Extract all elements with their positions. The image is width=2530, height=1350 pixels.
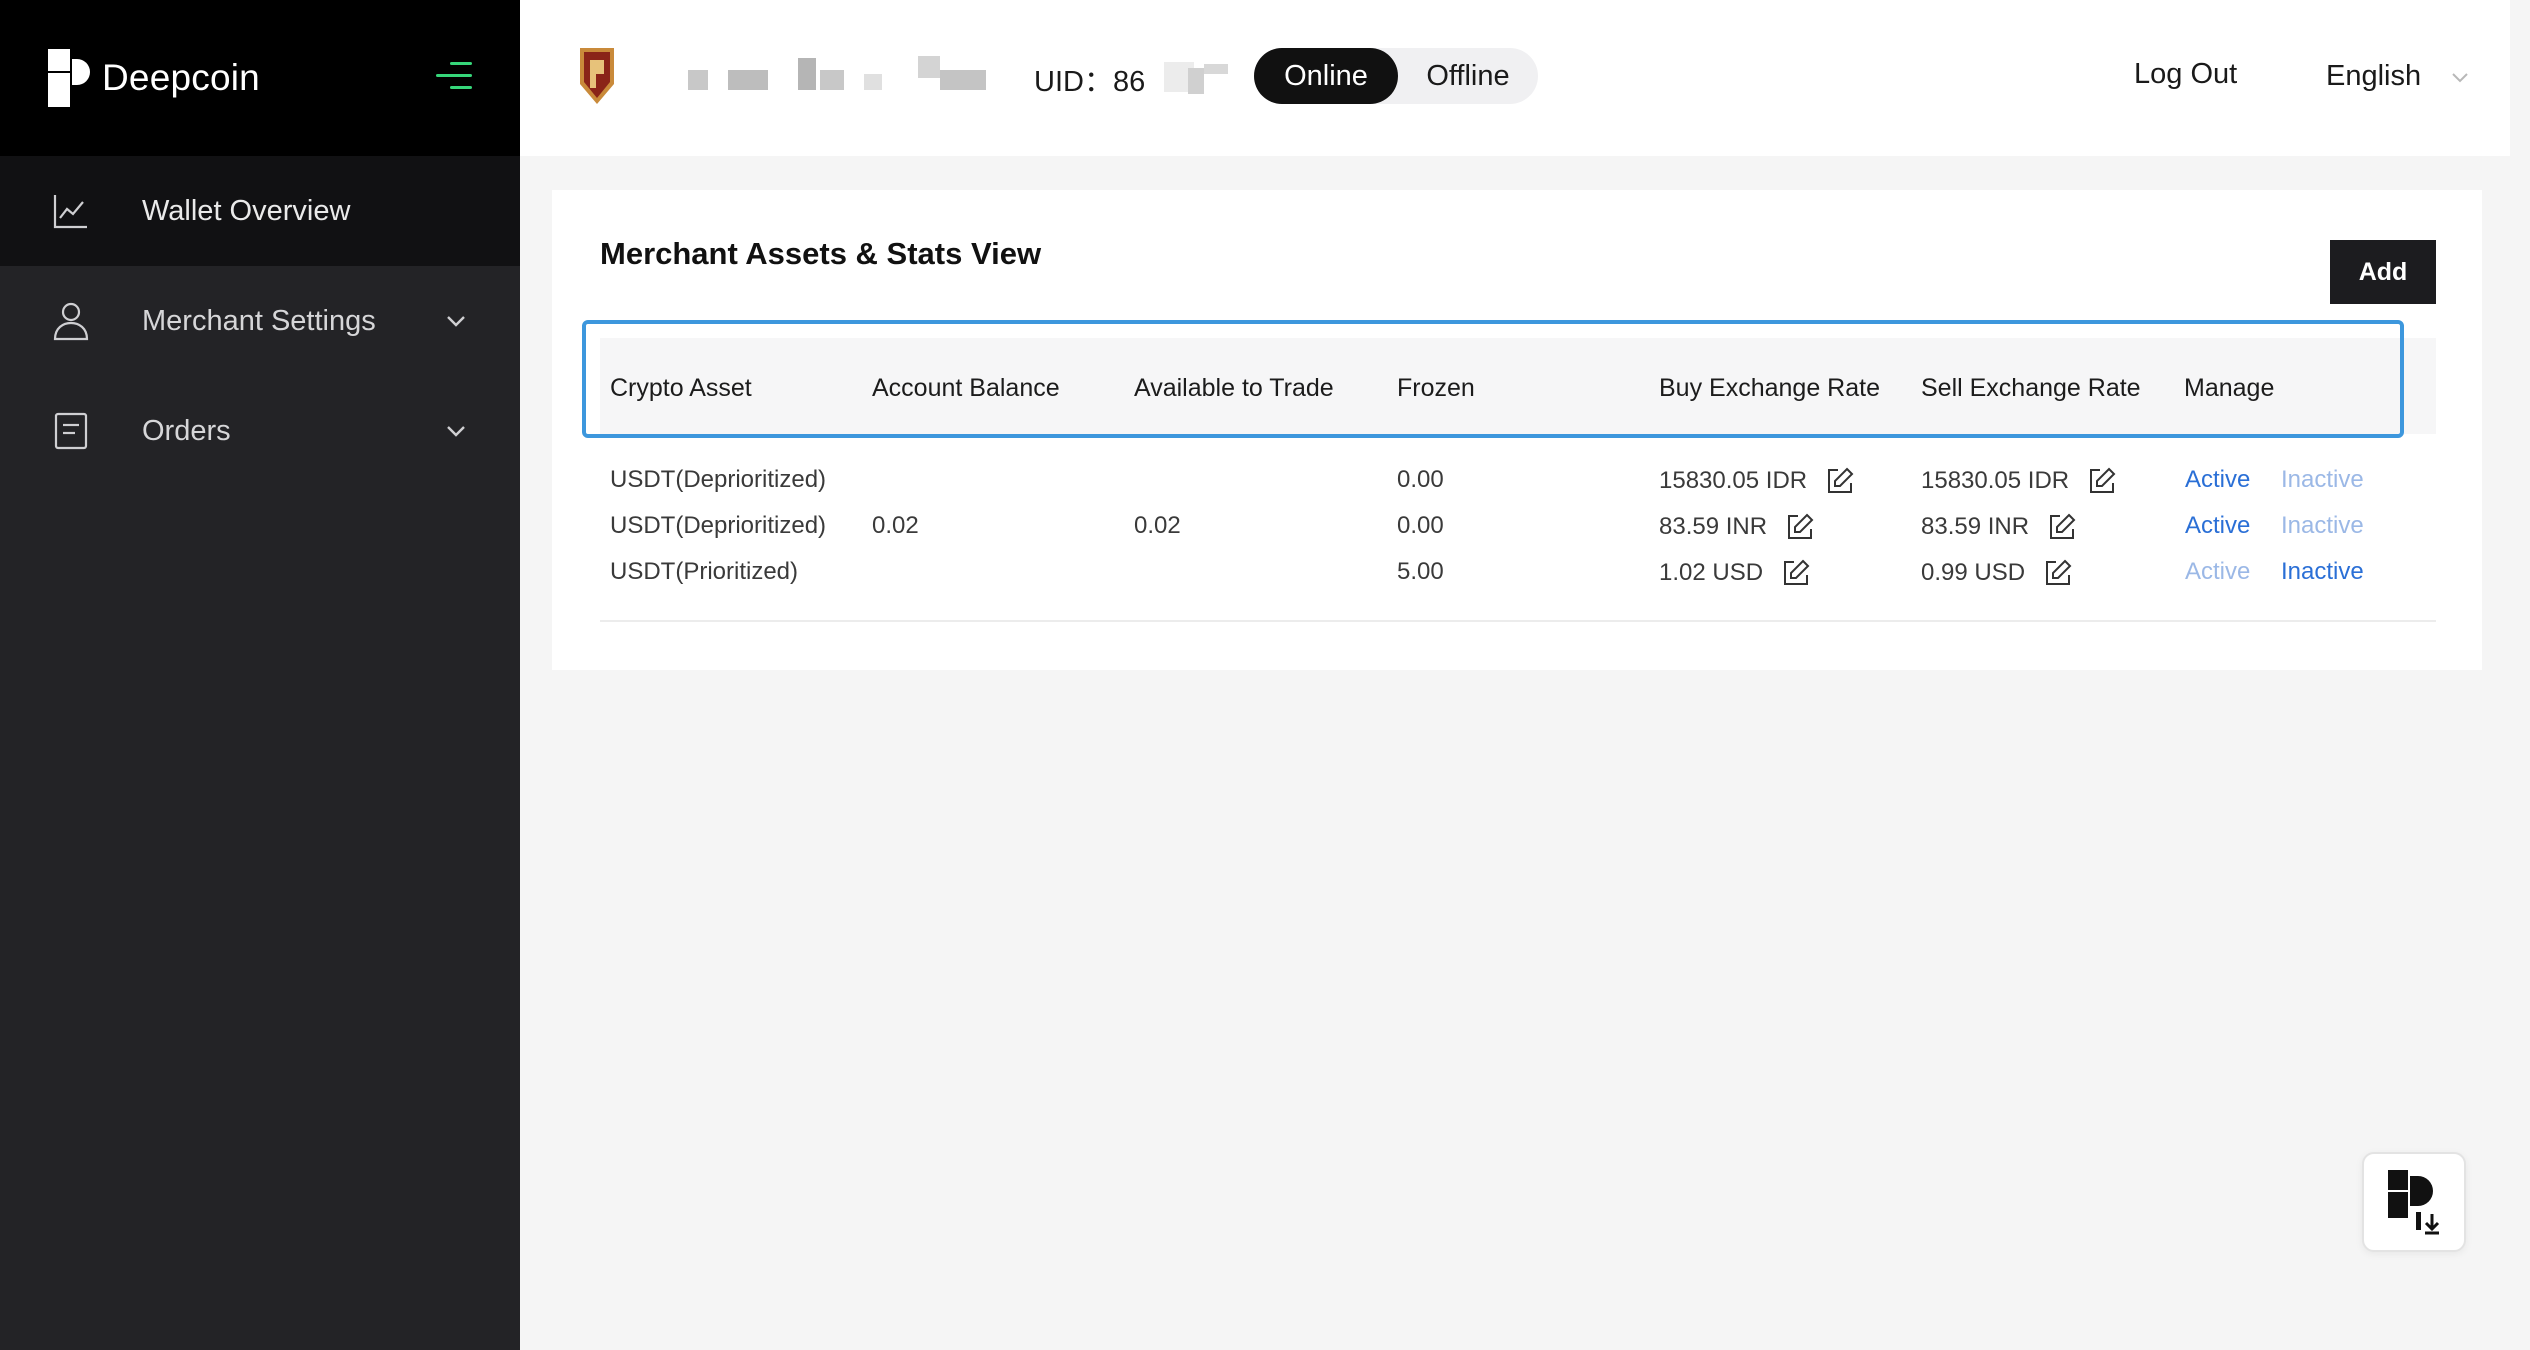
- cell-available: 0.02: [1134, 512, 1181, 539]
- edit-icon[interactable]: [2087, 466, 2117, 496]
- cell-buy-rate: 1.02 USD: [1659, 558, 1811, 588]
- chevron-down-icon: [447, 426, 465, 437]
- chart-line-icon: [52, 192, 90, 230]
- uid-redacted: [1140, 58, 1240, 98]
- activate-link[interactable]: Active: [2185, 512, 2250, 540]
- column-header-account-balance: Account Balance: [872, 374, 1060, 402]
- table-divider: [600, 620, 2436, 622]
- chevron-down-icon: [2452, 72, 2468, 82]
- chevron-down-icon: [447, 316, 465, 327]
- cell-asset: USDT(Deprioritized): [610, 466, 827, 493]
- cell-balance: 0.02: [872, 512, 919, 539]
- download-app-button[interactable]: [2362, 1152, 2466, 1252]
- page-title: Merchant Assets & Stats View: [600, 236, 1042, 271]
- activate-link[interactable]: Active: [2185, 466, 2250, 494]
- table-row: USDT(Deprioritized) 0.02 0.02 0.00 83.59…: [600, 504, 2436, 550]
- edit-icon[interactable]: [2047, 512, 2077, 542]
- edit-icon[interactable]: [1781, 558, 1811, 588]
- column-header-crypto-asset: Crypto Asset: [610, 374, 752, 402]
- logout-link[interactable]: Log Out: [2134, 58, 2237, 91]
- merchant-assets-card: Merchant Assets & Stats View Add Crypto …: [552, 190, 2482, 670]
- column-header-available-to-trade: Available to Trade: [1134, 374, 1334, 402]
- edit-icon[interactable]: [1785, 512, 1815, 542]
- username-redacted: [668, 56, 1018, 96]
- cell-sell-rate: 83.59 INR: [1921, 512, 2077, 542]
- sidebar-item-label: Merchant Settings: [142, 304, 376, 337]
- deactivate-link[interactable]: Inactive: [2281, 558, 2364, 586]
- table-row: USDT(Prioritized) 5.00 1.02 USD 0.99 USD…: [600, 550, 2436, 596]
- cell-frozen: 0.00: [1397, 466, 1444, 493]
- cell-asset: USDT(Prioritized): [610, 558, 799, 585]
- uid-label: UID：86: [1034, 66, 1146, 98]
- language-label: English: [2326, 60, 2422, 92]
- sidebar: Deepcoin Wallet Overview Merchant Settin…: [0, 0, 520, 1350]
- cell-frozen: 0.00: [1397, 512, 1444, 539]
- cell-sell-rate: 0.99 USD: [1921, 558, 2073, 588]
- top-header: UID：86 Online Offline Log Out English: [520, 0, 2510, 156]
- column-header-buy-exchange-rate: Buy Exchange Rate: [1659, 374, 1880, 402]
- cell-sell-rate: 15830.05 IDR: [1921, 466, 2117, 496]
- cell-frozen: 5.00: [1397, 558, 1444, 585]
- add-button[interactable]: Add: [2330, 240, 2436, 304]
- brand-name: Deepcoin: [102, 57, 260, 98]
- document-icon: [52, 412, 90, 450]
- menu-toggle-icon[interactable]: [436, 58, 472, 94]
- edit-icon[interactable]: [2043, 558, 2073, 588]
- cell-buy-rate: 15830.05 IDR: [1659, 466, 1855, 496]
- deactivate-link[interactable]: Inactive: [2281, 466, 2364, 494]
- offline-button[interactable]: Offline: [1398, 48, 1538, 104]
- user-icon: [52, 302, 90, 341]
- sidebar-item-wallet-overview[interactable]: Wallet Overview: [0, 156, 520, 266]
- column-header-frozen: Frozen: [1397, 374, 1475, 402]
- column-header-sell-exchange-rate: Sell Exchange Rate: [1921, 374, 2141, 402]
- deepcoin-logo-icon: [48, 49, 90, 107]
- cell-asset: USDT(Deprioritized): [610, 512, 827, 539]
- cell-buy-rate: 83.59 INR: [1659, 512, 1815, 542]
- sidebar-item-orders[interactable]: Orders: [0, 376, 520, 486]
- avatar[interactable]: [574, 44, 622, 108]
- online-status-toggle[interactable]: Online Offline: [1254, 48, 1538, 104]
- online-button[interactable]: Online: [1254, 48, 1398, 104]
- sidebar-item-merchant-settings[interactable]: Merchant Settings: [0, 266, 520, 376]
- table-row: USDT(Deprioritized) 0.00 15830.05 IDR 15…: [600, 458, 2436, 504]
- sidebar-item-label: Orders: [142, 414, 231, 447]
- edit-icon[interactable]: [1825, 466, 1855, 496]
- language-selector[interactable]: English: [2326, 60, 2471, 93]
- deactivate-link[interactable]: Inactive: [2281, 512, 2364, 540]
- table-header: Crypto Asset Account Balance Available t…: [600, 338, 2436, 434]
- deepcoin-download-icon: [2388, 1170, 2440, 1235]
- brand-header: Deepcoin: [0, 0, 520, 156]
- sidebar-item-label: Wallet Overview: [142, 194, 351, 227]
- column-header-manage: Manage: [2184, 374, 2275, 402]
- activate-link[interactable]: Active: [2185, 558, 2250, 586]
